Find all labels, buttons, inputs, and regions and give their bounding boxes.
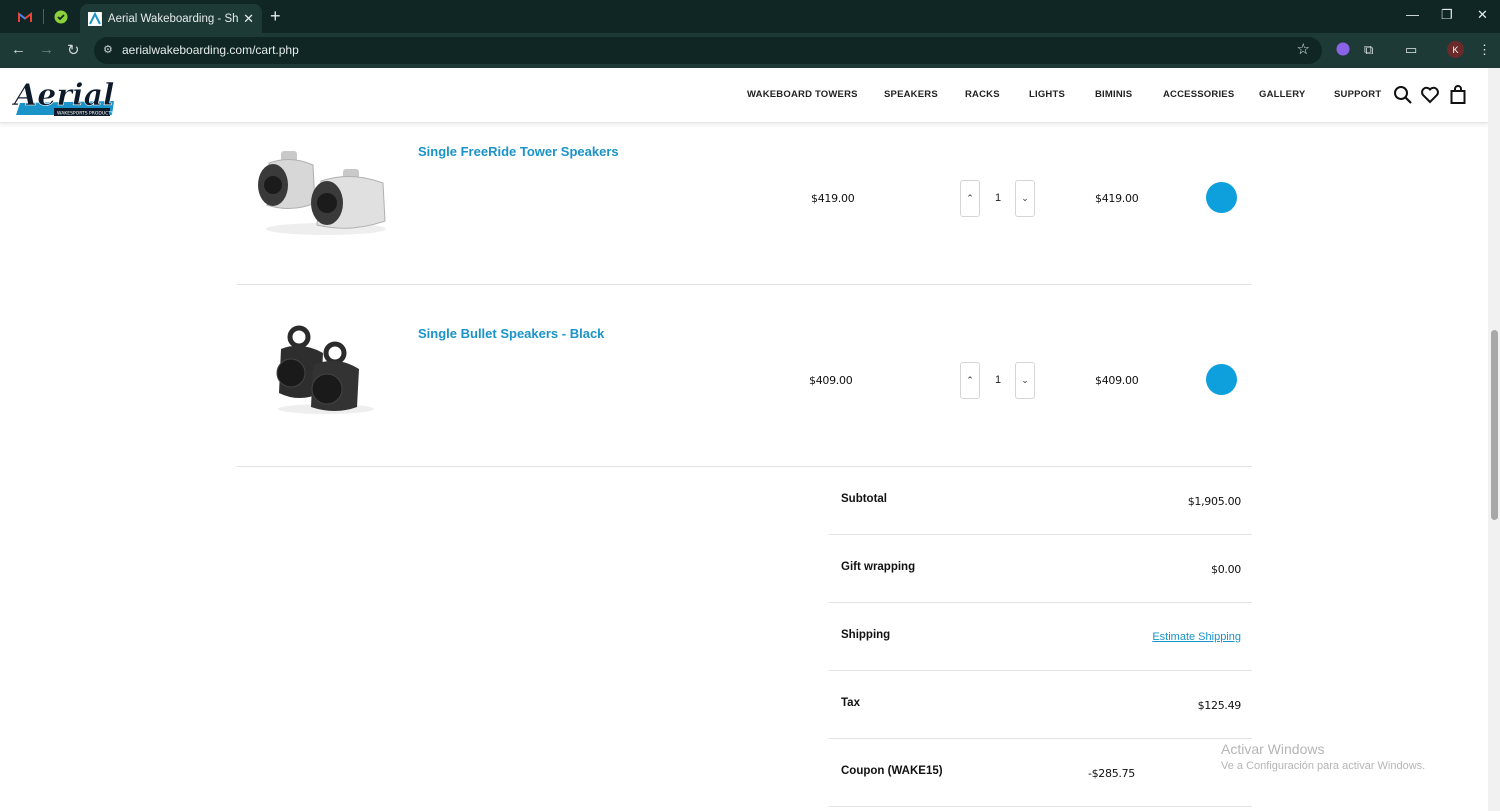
nav-gallery[interactable]: GALLERY: [1259, 89, 1305, 100]
qty-decrease-button[interactable]: ⌄: [1015, 180, 1035, 217]
coupon-row: Coupon (WAKE15) -$285.75: [829, 739, 1252, 807]
qty-decrease-button[interactable]: ⌄: [1015, 362, 1035, 399]
nav-wakeboard-towers[interactable]: WAKEBOARD TOWERS: [747, 89, 858, 100]
back-icon[interactable]: ←: [11, 41, 26, 58]
tax-label: Tax: [841, 697, 860, 709]
extension-purple-icon[interactable]: [1336, 42, 1350, 59]
quantity-value[interactable]: 1: [995, 374, 1001, 386]
active-tab[interactable]: Aerial Wakeboarding - Shopping Cart ✕: [80, 4, 262, 33]
activation-watermark-title: Activar Windows: [1221, 741, 1325, 757]
nav-accessories[interactable]: ACCESSORIES: [1163, 89, 1234, 100]
site-settings-icon[interactable]: ⚙: [103, 43, 113, 56]
nav-speakers[interactable]: SPEAKERS: [884, 89, 938, 100]
quantity-value[interactable]: 1: [995, 192, 1001, 204]
close-window-icon[interactable]: ✕: [1477, 7, 1488, 23]
remove-item-button[interactable]: [1206, 182, 1237, 213]
aerial-logo[interactable]: Aerial WAKESPORTS PRODUCTS: [10, 71, 118, 121]
url-text: aerialwakeboarding.com/cart.php: [122, 43, 299, 57]
nav-racks[interactable]: RACKS: [965, 89, 1000, 100]
tab-close-icon[interactable]: ✕: [243, 11, 254, 27]
menu-dots-icon[interactable]: ⋮: [1478, 42, 1491, 58]
activation-watermark-text: Ve a Configuración para activar Windows.: [1221, 760, 1426, 772]
remove-item-button[interactable]: [1206, 364, 1237, 395]
svg-text:Aerial: Aerial: [11, 78, 114, 113]
cart-item-row: Single Bullet Speakers - Black $409.00 ⌃…: [237, 285, 1252, 467]
chevron-up-icon: ⌃: [966, 193, 974, 203]
cart-item-row: Single FreeRide Tower Speakers $419.00 ⌃…: [237, 103, 1252, 285]
chevron-down-icon: ⌄: [1021, 193, 1029, 203]
black-bullet-speakers-image: [276, 325, 374, 414]
gift-wrapping-value: $0.00: [1211, 563, 1241, 576]
line-total: $409.00: [1095, 374, 1139, 387]
profile-avatar[interactable]: K: [1447, 41, 1464, 58]
subtotal-label: Subtotal: [841, 493, 887, 505]
new-tab-icon[interactable]: +: [270, 6, 281, 26]
nav-biminis[interactable]: BIMINIS: [1095, 89, 1132, 100]
svg-text:WAKESPORTS PRODUCTS: WAKESPORTS PRODUCTS: [57, 111, 114, 117]
shipping-row: Shipping Estimate Shipping: [829, 603, 1252, 671]
coupon-label: Coupon (WAKE15): [841, 765, 943, 777]
gift-wrapping-row: Gift wrapping $0.00: [829, 535, 1252, 603]
minimize-icon[interactable]: —: [1406, 7, 1419, 22]
tab-separator: [43, 9, 44, 24]
product-name-link[interactable]: Single Bullet Speakers - Black: [418, 326, 604, 341]
gmail-tab[interactable]: [12, 6, 38, 28]
qty-increase-button[interactable]: ⌃: [960, 180, 980, 217]
silver-tower-speakers-image: [258, 151, 386, 235]
shipping-label: Shipping: [841, 629, 891, 641]
extensions-puzzle-icon[interactable]: ⧉: [1364, 42, 1373, 58]
pinned-tab[interactable]: [48, 6, 74, 28]
gmail-icon: [18, 11, 32, 22]
chevron-down-icon: ⌄: [1021, 375, 1029, 385]
browser-toolbar: ← → ↻ ⚙ aerialwakeboarding.com/cart.php …: [0, 33, 1500, 68]
qty-increase-button[interactable]: ⌃: [960, 362, 980, 399]
side-panel-icon[interactable]: ▭: [1405, 42, 1417, 58]
restore-icon[interactable]: ❐: [1441, 7, 1453, 23]
reload-icon[interactable]: ↻: [67, 41, 80, 59]
coupon-value: -$285.75: [1087, 767, 1135, 780]
nav-lights[interactable]: LIGHTS: [1029, 89, 1065, 100]
wishlist-heart-icon[interactable]: [1420, 85, 1440, 105]
gift-wrapping-label: Gift wrapping: [841, 561, 916, 573]
tax-value: $125.49: [1197, 699, 1242, 712]
extension-check-icon: [54, 10, 68, 24]
aerial-favicon-icon: [88, 11, 102, 26]
unit-price: $409.00: [809, 374, 853, 387]
unit-price: $419.00: [811, 192, 855, 205]
bookmark-star-icon[interactable]: ☆: [1297, 40, 1310, 58]
address-bar[interactable]: ⚙ aerialwakeboarding.com/cart.php ☆: [94, 37, 1322, 64]
tab-title: Aerial Wakeboarding - Shopping Cart: [107, 12, 239, 25]
subtotal-value: $1,905.00: [1187, 495, 1242, 508]
nav-support[interactable]: SUPPORT: [1334, 89, 1381, 100]
chevron-up-icon: ⌃: [966, 375, 974, 385]
line-total: $419.00: [1095, 192, 1139, 205]
estimate-shipping-link[interactable]: Estimate Shipping: [1152, 631, 1241, 643]
tax-row: Tax $125.49: [829, 671, 1252, 739]
browser-tab-bar: Aerial Wakeboarding - Shopping Cart ✕ + …: [0, 0, 1500, 33]
forward-icon[interactable]: →: [39, 41, 54, 58]
cart-bag-icon[interactable]: [1448, 85, 1468, 105]
product-name-link[interactable]: Single FreeRide Tower Speakers: [418, 144, 619, 159]
search-icon[interactable]: [1393, 85, 1413, 105]
page-scrollbar-thumb[interactable]: [1491, 330, 1498, 520]
subtotal-row: Subtotal $1,905.00: [829, 467, 1252, 535]
